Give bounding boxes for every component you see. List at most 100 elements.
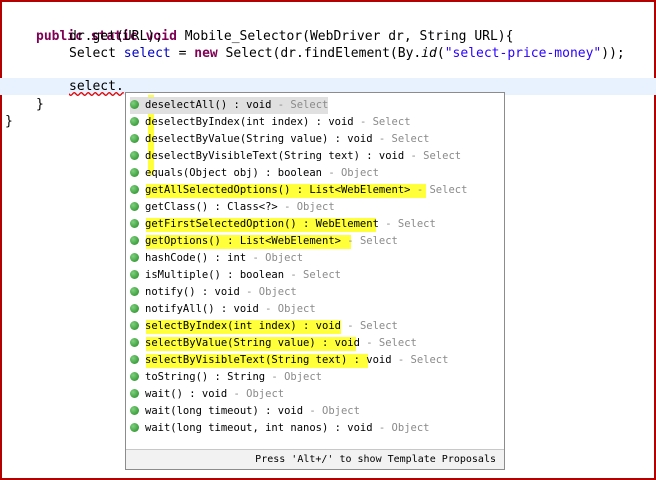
code-string-literal: "select-price-money" [444,46,602,61]
proposal-signature: deselectByValue(String value) : void [145,133,373,145]
public-method-icon [130,372,139,381]
code-line-method-signature[interactable]: public static void Mobile_Selector(WebDr… [36,10,513,44]
proposal-item[interactable]: getFirstSelectedOption() : WebElement - … [130,216,436,233]
proposal-declaring-type: Object [284,371,323,383]
proposal-signature: deselectByVisibleText(String text) : voi… [145,150,405,162]
proposal-item[interactable]: wait(long timeout) : void - Object [130,403,360,420]
proposal-declaring-type: Select [391,133,430,145]
proposal-separator: - [372,133,392,145]
proposal-item[interactable]: selectByValue(String value) : void - Sel… [130,335,417,352]
proposal-declaring-type: Object [258,286,297,298]
public-method-icon [130,389,139,398]
proposal-separator: - [258,303,278,315]
proposal-declaring-type: Object [340,167,379,179]
public-method-icon [130,253,139,262]
proposal-item[interactable]: toString() : String - Object [130,369,322,386]
proposal-item[interactable]: notifyAll() : void - Object [130,301,316,318]
proposal-signature: deselectAll() : void [145,99,272,111]
public-method-icon [130,219,139,228]
proposal-signature: deselectByIndex(int index) : void [145,116,354,128]
proposal-separator: - [227,388,247,400]
proposal-signature: hashCode() : int [145,252,247,264]
proposal-declaring-type: Object [246,388,285,400]
proposal-separator: - [246,252,266,264]
public-method-icon [130,355,139,364]
code-get-text: dr.get(URL); [69,29,163,44]
proposal-signature: selectByValue(String value) : void [145,337,360,349]
proposal-signature: toString() : String [145,371,266,383]
proposal-separator: - [340,235,360,247]
proposal-separator: - [404,150,424,162]
proposal-signature: selectByVisibleText(String text) : void [145,354,392,366]
proposal-declaring-type: Select [378,337,417,349]
proposal-item[interactable]: deselectByVisibleText(String text) : voi… [130,148,461,165]
public-method-icon [130,168,139,177]
proposal-separator: - [284,269,304,281]
proposal-declaring-type: Object [322,405,360,417]
proposal-item[interactable]: selectByIndex(int index) : void - Select [130,318,398,335]
proposal-separator: - [277,201,297,213]
proposal-item[interactable]: isMultiple() : boolean - Select [130,267,341,284]
code-decl-pre: Select [69,46,124,61]
proposal-signature: equals(Object obj) : boolean [145,167,323,179]
proposal-item[interactable]: getAllSelectedOptions() : List<WebElemen… [130,182,467,199]
proposal-item[interactable]: notify() : void - Object [130,284,297,301]
proposal-declaring-type: Object [296,201,335,213]
public-method-icon [130,338,139,347]
proposal-declaring-type: Select [423,150,462,162]
proposal-declaring-type: Select [397,218,436,230]
proposal-item[interactable]: deselectAll() : void - Select [130,97,329,114]
proposal-declaring-type: Select [372,116,411,128]
proposal-declaring-type: Select [429,184,468,196]
proposal-declaring-type: Object [265,252,304,264]
proposal-item[interactable]: wait() : void - Object [130,386,284,403]
code-select-dot-text: select. [69,79,124,94]
proposal-separator: - [340,320,360,332]
proposal-signature: getClass() : Class<?> [145,201,278,213]
proposal-declaring-type: Select [359,235,398,247]
proposal-item[interactable]: deselectByValue(String value) : void - S… [130,131,429,148]
public-method-icon [130,151,139,160]
proposal-item[interactable]: hashCode() : int - Object [130,250,303,267]
proposal-declaring-type: Object [391,422,430,434]
proposal-declaring-type: Object [277,303,316,315]
closing-brace-method: } [36,97,44,112]
proposal-item[interactable]: selectByVisibleText(String text) : void … [130,352,448,369]
public-method-icon [130,185,139,194]
code-decl-assign: = [170,46,195,61]
status-hint-text: Press 'Alt+/' to show Template Proposals [255,454,496,465]
code-id-method: id [421,46,437,61]
proposal-separator: - [265,371,285,383]
proposal-item[interactable]: equals(Object obj) : boolean - Object [130,165,379,182]
proposal-item[interactable]: wait(long timeout, int nanos) : void - O… [130,420,429,437]
proposal-signature: getOptions() : List<WebElement> [145,235,341,247]
proposal-separator: - [391,354,411,366]
code-line-select-decl[interactable]: Select select = new Select(dr.findElemen… [69,45,625,63]
public-method-icon [130,406,139,415]
frame-left-border [0,0,2,480]
proposal-signature: wait() : void [145,388,228,400]
proposal-item[interactable]: getOptions() : List<WebElement> - Select [130,233,398,250]
code-select-var: select [123,46,171,61]
proposal-separator: - [359,337,379,349]
proposal-signature: getAllSelectedOptions() : List<WebElemen… [145,184,411,196]
proposal-item[interactable]: getClass() : Class<?> - Object [130,199,335,216]
public-method-icon [130,134,139,143]
code-line-get[interactable]: dr.get(URL); [69,28,163,46]
proposal-separator: - [372,422,392,434]
proposal-signature: notifyAll() : void [145,303,259,315]
public-method-icon [130,423,139,432]
proposal-separator: - [239,286,259,298]
proposal-separator: - [353,116,373,128]
proposal-list[interactable]: deselectAll() : void - Select deselectByI… [126,93,504,449]
content-assist-popup[interactable]: deselectAll() : void - Select deselectByI… [125,92,505,470]
public-method-icon [130,270,139,279]
proposal-declaring-type: Select [359,320,398,332]
public-method-icon [130,236,139,245]
proposal-separator: - [378,218,398,230]
closing-brace-class: } [5,114,13,129]
code-line-select-dot[interactable]: select. [69,78,124,96]
proposal-item[interactable]: deselectByIndex(int index) : void - Sele… [130,114,411,131]
public-method-icon [130,287,139,296]
public-method-icon [130,304,139,313]
